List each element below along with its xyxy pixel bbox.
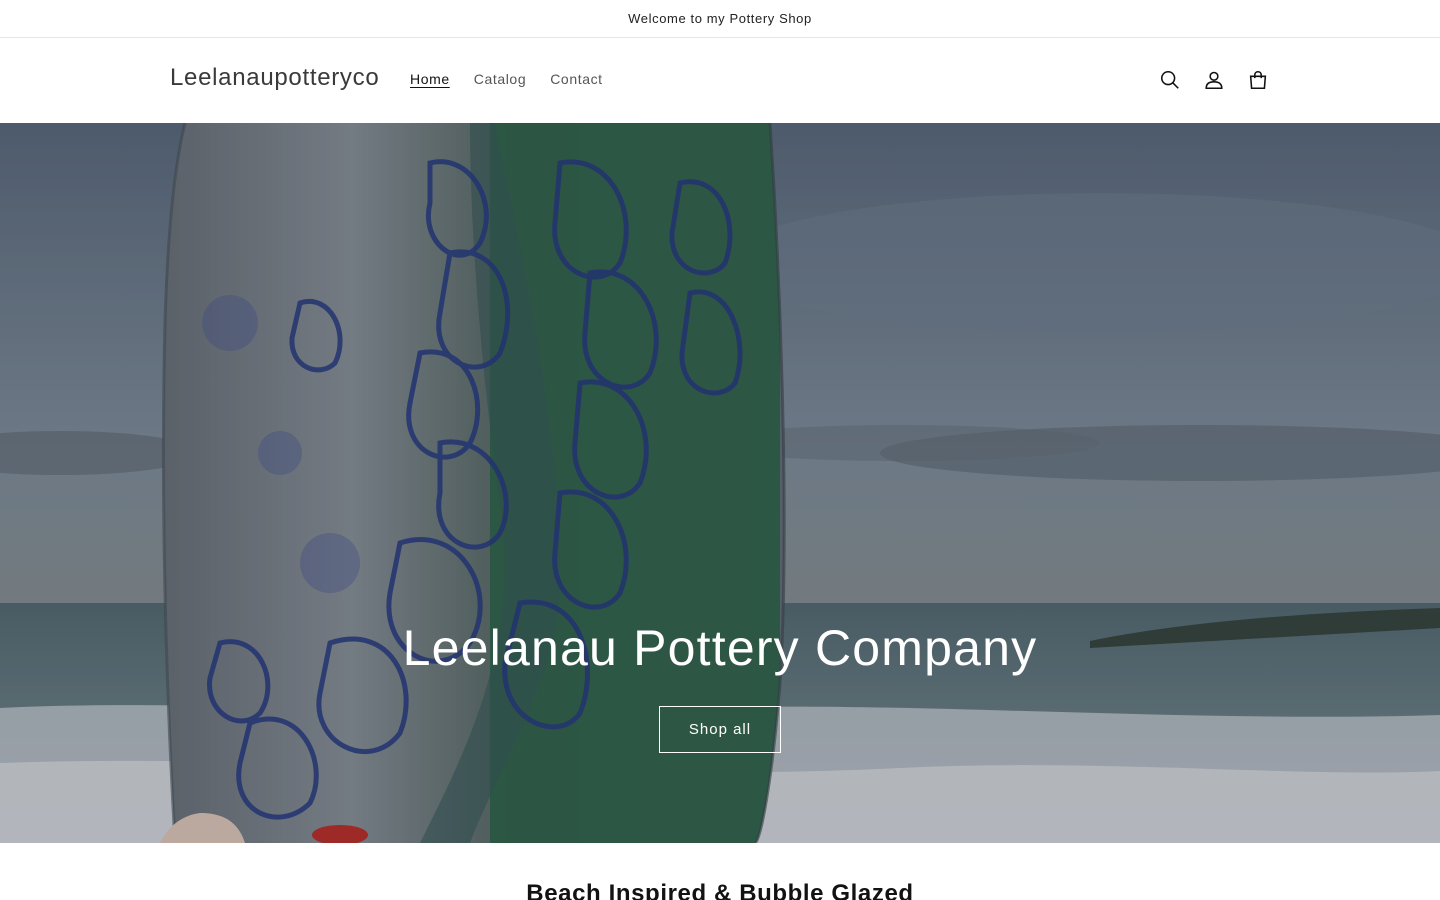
hero-title: Leelanau Pottery Company bbox=[402, 620, 1038, 676]
cart-icon[interactable] bbox=[1244, 66, 1272, 94]
hero-banner: Leelanau Pottery Company Shop all bbox=[0, 123, 1440, 843]
site-header: Leelanaupotteryco Home Catalog Contact bbox=[0, 38, 1440, 123]
search-icon[interactable] bbox=[1156, 66, 1184, 94]
announcement-bar: Welcome to my Pottery Shop bbox=[0, 0, 1440, 38]
account-icon[interactable] bbox=[1200, 66, 1228, 94]
store-logo[interactable]: Leelanaupotteryco bbox=[170, 64, 379, 92]
announcement-text: Welcome to my Pottery Shop bbox=[628, 11, 812, 26]
section-heading: Beach Inspired & Bubble Glazed bbox=[526, 880, 914, 900]
header-icons bbox=[1156, 66, 1272, 94]
main-nav: Home Catalog Contact bbox=[410, 71, 603, 87]
shop-all-button[interactable]: Shop all bbox=[659, 706, 781, 753]
nav-link-contact[interactable]: Contact bbox=[550, 71, 602, 87]
nav-link-home[interactable]: Home bbox=[410, 71, 450, 87]
nav-link-catalog[interactable]: Catalog bbox=[474, 71, 526, 87]
